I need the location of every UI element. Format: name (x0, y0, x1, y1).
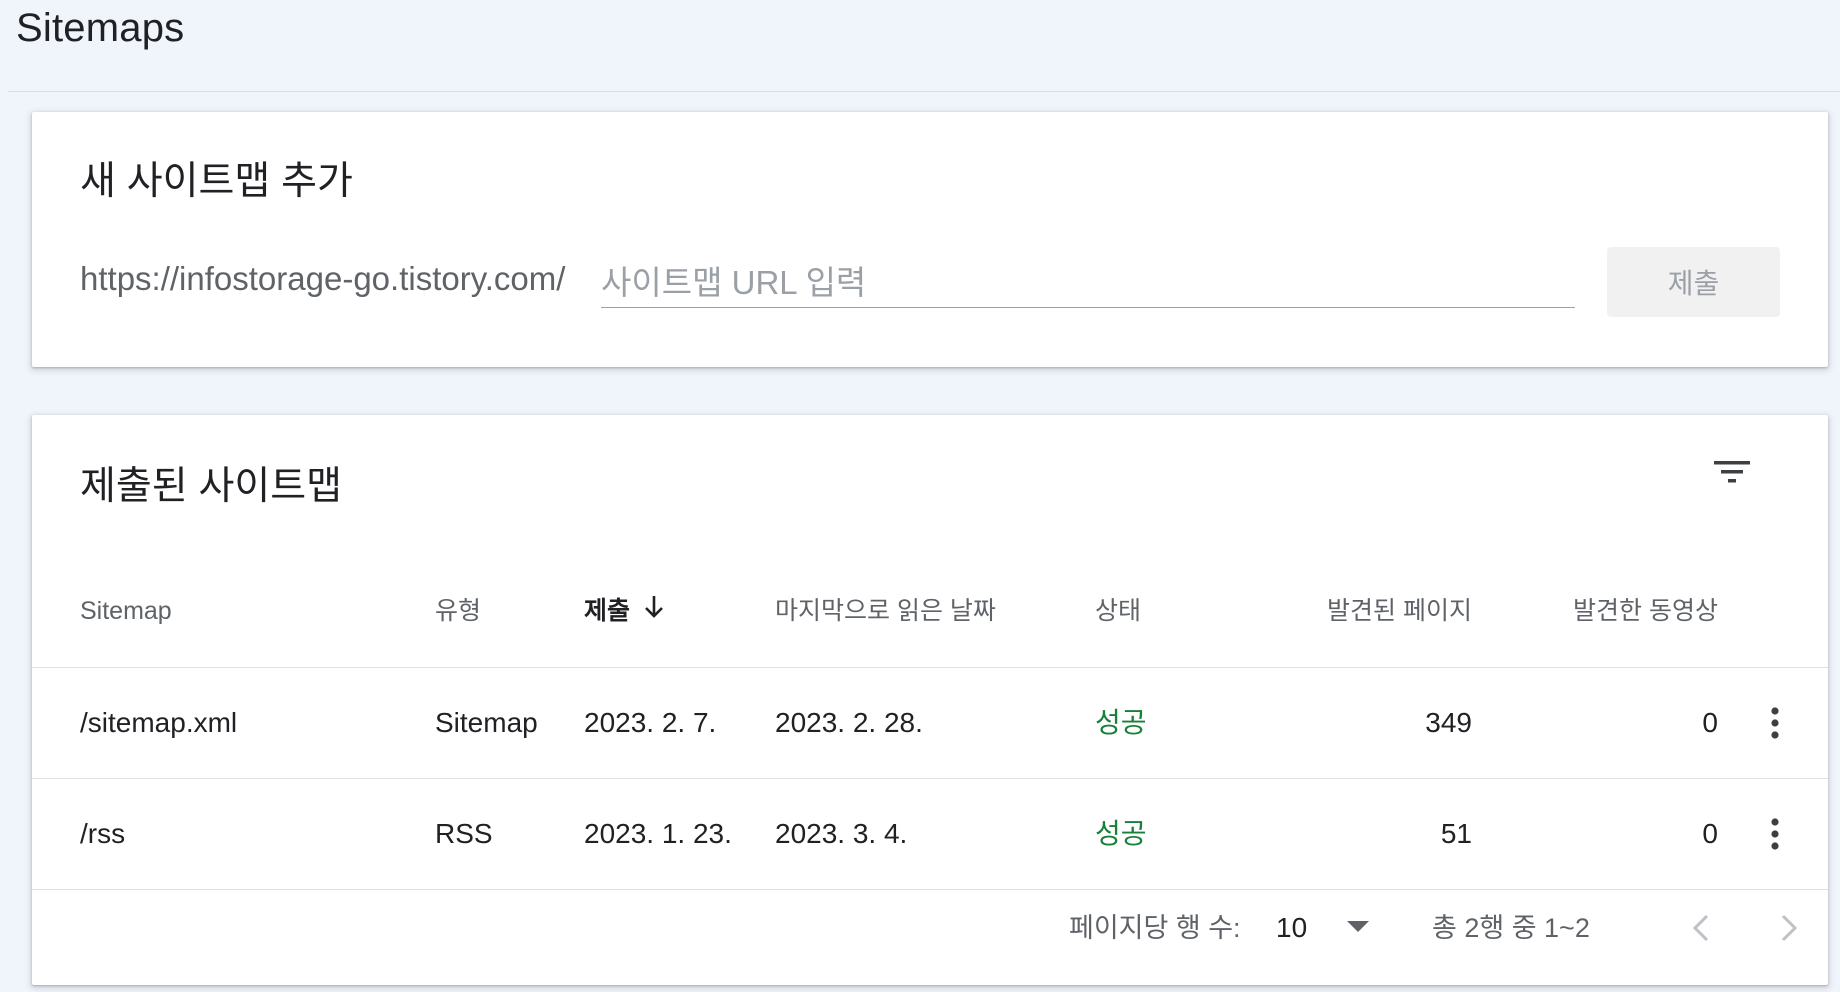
more-vert-icon[interactable] (1756, 815, 1794, 853)
page-header: Sitemaps (0, 0, 1840, 92)
cell-pages-found: 349 (1425, 707, 1472, 738)
column-header-sitemap[interactable]: Sitemap (80, 555, 172, 667)
status-badge: 성공 (1095, 707, 1147, 738)
dropdown-arrow-icon (1346, 920, 1370, 939)
more-vert-icon[interactable] (1756, 704, 1794, 742)
column-header-pages-found[interactable]: 발견된 페이지 (1292, 555, 1472, 667)
chevron-left-icon[interactable] (1680, 906, 1724, 950)
page-title: Sitemaps (16, 6, 185, 50)
submitted-sitemaps-title: 제출된 사이트맵 (80, 465, 342, 508)
filter-icon[interactable] (1712, 455, 1752, 489)
column-header-status[interactable]: 상태 (1095, 555, 1141, 667)
column-header-submitted[interactable]: 제출 (584, 555, 666, 667)
sitemap-url-field (601, 252, 1575, 308)
rows-per-page-label: 페이지당 행 수: (1069, 913, 1241, 943)
cell-type: Sitemap (435, 707, 538, 738)
add-sitemap-card: 새 사이트맵 추가 https://infostorage-go.tistory… (32, 112, 1828, 367)
add-sitemap-title: 새 사이트맵 추가 (80, 160, 353, 203)
cell-sitemap: /sitemap.xml (80, 707, 238, 738)
column-header-submitted-label: 제출 (584, 597, 631, 625)
rows-per-page-value: 10 (1276, 912, 1308, 943)
column-header-type[interactable]: 유형 (435, 555, 481, 667)
pagination-range: 총 2행 중 1~2 (1432, 913, 1590, 943)
cell-last-read: 2023. 2. 28. (775, 707, 923, 738)
cell-videos-found: 0 (1702, 707, 1718, 738)
table-row[interactable]: /sitemap.xml Sitemap 2023. 2. 7. 2023. 2… (32, 668, 1828, 778)
url-prefix: https://infostorage-go.tistory.com/ (80, 260, 566, 297)
column-header-videos-found[interactable]: 발견한 동영상 (1532, 555, 1718, 667)
pagination: 페이지당 행 수: 10 총 2행 중 1~2 (32, 872, 1828, 985)
sitemap-url-input[interactable] (601, 252, 1575, 307)
cell-submitted: 2023. 2. 7. (584, 707, 717, 738)
chevron-right-icon[interactable] (1766, 906, 1810, 950)
rows-per-page-select[interactable]: 10 (1276, 900, 1386, 956)
submitted-sitemaps-card: 제출된 사이트맵 Sitemap 유형 제출 마지막으로 읽은 날짜 상태 발견… (32, 415, 1828, 985)
header-divider (8, 91, 1840, 92)
sort-down-arrow-icon (642, 556, 666, 668)
column-header-last-read[interactable]: 마지막으로 읽은 날짜 (775, 555, 996, 667)
submit-button[interactable]: 제출 (1607, 247, 1780, 317)
